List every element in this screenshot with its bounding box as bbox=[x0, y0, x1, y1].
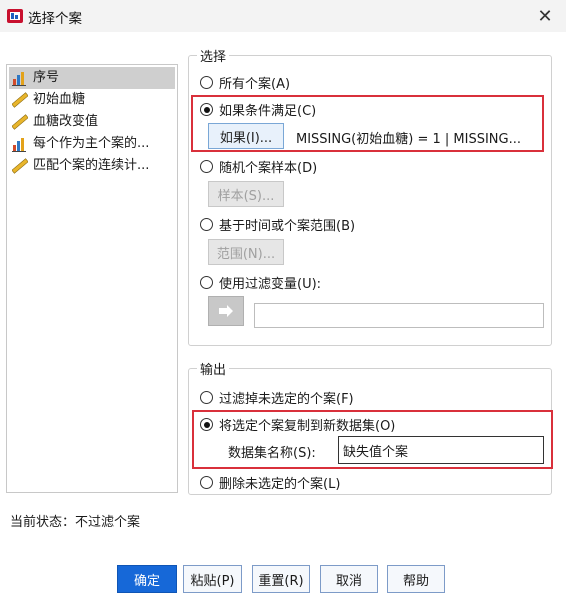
radio-if-condition[interactable]: 如果条件满足(C) bbox=[200, 100, 316, 119]
radio-delete-unselected[interactable]: 删除未选定的个案(L) bbox=[200, 473, 340, 492]
variable-item[interactable]: 血糖改变值 bbox=[7, 111, 177, 133]
radio-label: 如果条件满足(C) bbox=[219, 104, 317, 119]
help-button[interactable]: 帮助 bbox=[387, 565, 445, 593]
radio-copy-to-new[interactable]: 将选定个案复制到新数据集(O) bbox=[200, 415, 395, 434]
radio-filter-variable[interactable]: 使用过滤变量(U): bbox=[200, 273, 321, 292]
variable-item[interactable]: 初始血糖 bbox=[7, 89, 177, 111]
radio-label: 将选定个案复制到新数据集(O) bbox=[219, 419, 396, 434]
title-bar: 选择个案 ✕ bbox=[0, 0, 566, 32]
radio-button[interactable] bbox=[200, 218, 213, 231]
bar-chart-icon bbox=[12, 138, 26, 152]
ruler-icon bbox=[12, 158, 28, 174]
filter-variable-field[interactable] bbox=[254, 303, 544, 328]
radio-button[interactable] bbox=[200, 476, 213, 489]
radio-all-cases[interactable]: 所有个案(A) bbox=[200, 73, 290, 92]
radio-label: 使用过滤变量(U): bbox=[219, 277, 322, 292]
variable-label: 血糖改变值 bbox=[33, 114, 99, 129]
sample-button-label: 样本(S)... bbox=[217, 188, 275, 204]
cancel-button-label: 取消 bbox=[335, 573, 362, 589]
close-button[interactable]: ✕ bbox=[530, 2, 560, 30]
ok-button[interactable]: 确定 bbox=[117, 565, 177, 593]
radio-filter-out[interactable]: 过滤掉未选定的个案(F) bbox=[200, 388, 354, 407]
paste-button[interactable]: 粘贴(P) bbox=[183, 565, 242, 593]
reset-button-label: 重置(R) bbox=[258, 573, 304, 589]
radio-label: 随机个案样本(D) bbox=[219, 161, 318, 176]
variable-label: 每个作为主个案的... bbox=[33, 136, 150, 151]
variable-label: 匹配个案的连续计... bbox=[33, 158, 150, 173]
move-variable-button[interactable] bbox=[208, 296, 244, 326]
cancel-button[interactable]: 取消 bbox=[320, 565, 378, 593]
dataset-name-input[interactable]: 缺失值个案 bbox=[338, 436, 544, 464]
variable-list[interactable]: 序号 初始血糖 血糖改变值 每个作为主个案的... 匹配个案的连续计... bbox=[6, 64, 178, 493]
radio-button[interactable] bbox=[200, 276, 213, 289]
current-status: 当前状态：不过滤个案 bbox=[10, 515, 141, 530]
radio-button[interactable] bbox=[200, 103, 213, 116]
variable-item[interactable]: 匹配个案的连续计... bbox=[7, 155, 177, 177]
if-button-label: 如果(I)... bbox=[219, 130, 273, 146]
radio-button[interactable] bbox=[200, 391, 213, 404]
range-button[interactable]: 范围(N)... bbox=[208, 239, 284, 265]
radio-button[interactable] bbox=[200, 418, 213, 431]
radio-button[interactable] bbox=[200, 160, 213, 173]
app-icon bbox=[7, 9, 23, 23]
reset-button[interactable]: 重置(R) bbox=[252, 565, 310, 593]
close-icon: ✕ bbox=[537, 5, 553, 27]
select-group-title: 选择 bbox=[197, 46, 230, 65]
variable-label: 序号 bbox=[33, 70, 60, 85]
range-button-label: 范围(N)... bbox=[216, 246, 276, 262]
ok-button-label: 确定 bbox=[133, 573, 160, 589]
radio-time-range[interactable]: 基于时间或个案范围(B) bbox=[200, 215, 355, 234]
radio-label: 删除未选定的个案(L) bbox=[219, 477, 341, 492]
radio-button[interactable] bbox=[200, 76, 213, 89]
if-button[interactable]: 如果(I)... bbox=[208, 123, 284, 149]
radio-label: 过滤掉未选定的个案(F) bbox=[219, 392, 354, 407]
sample-button[interactable]: 样本(S)... bbox=[208, 181, 284, 207]
window-title: 选择个案 bbox=[28, 11, 82, 27]
condition-text: MISSING(初始血糖) = 1 | MISSING... bbox=[296, 132, 521, 147]
ruler-icon bbox=[12, 114, 28, 130]
radio-random-sample[interactable]: 随机个案样本(D) bbox=[200, 157, 317, 176]
variable-label: 初始血糖 bbox=[33, 92, 86, 107]
variable-item[interactable]: 每个作为主个案的... bbox=[7, 133, 177, 155]
ruler-icon bbox=[12, 92, 28, 108]
radio-label: 基于时间或个案范围(B) bbox=[219, 219, 356, 234]
bar-chart-icon bbox=[12, 72, 26, 86]
paste-button-label: 粘贴(P) bbox=[190, 573, 235, 589]
dataset-name-label: 数据集名称(S): bbox=[228, 446, 316, 461]
help-button-label: 帮助 bbox=[402, 573, 429, 589]
arrow-right-icon bbox=[219, 305, 233, 317]
dataset-name-value: 缺失值个案 bbox=[343, 445, 409, 460]
variable-item[interactable]: 序号 bbox=[9, 67, 175, 89]
radio-label: 所有个案(A) bbox=[219, 77, 291, 92]
output-group-title: 输出 bbox=[197, 359, 230, 378]
